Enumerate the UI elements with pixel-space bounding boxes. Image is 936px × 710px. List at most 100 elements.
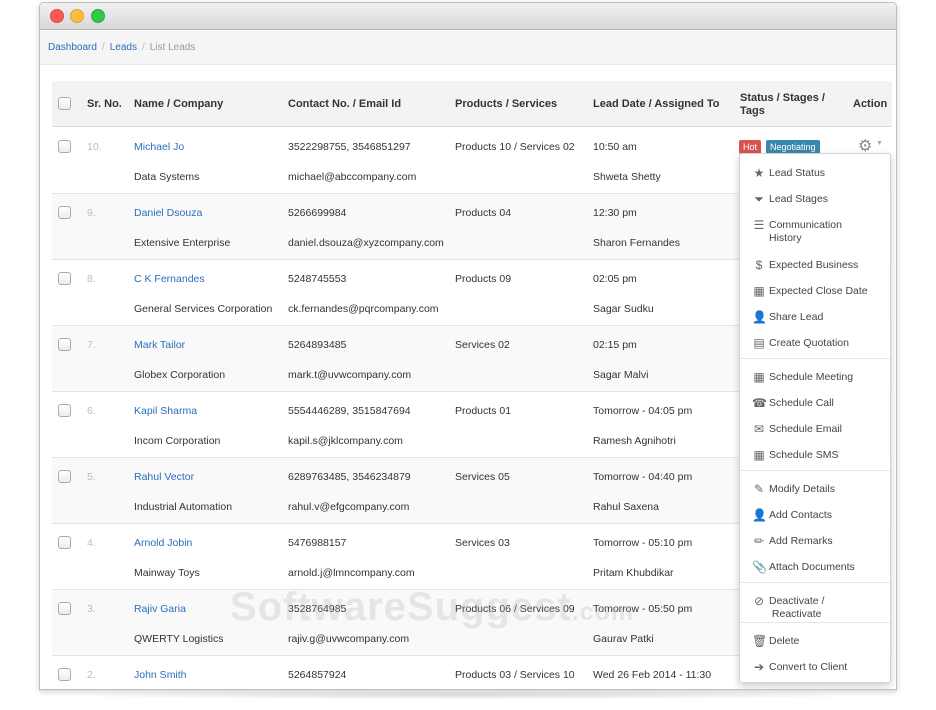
row-checkbox[interactable] (58, 272, 71, 285)
calendar-icon: ▦ (753, 370, 765, 384)
lead-products: Services 03 (455, 537, 510, 549)
lead-phone: 5248745553 (288, 273, 347, 285)
lead-email: ck.fernandes@pqrcompany.com (288, 303, 439, 315)
menu-item-label: Delete (769, 635, 800, 647)
user-icon: 👤 (752, 310, 767, 324)
menu-item-add-contacts[interactable]: 👤 Add Contacts (740, 508, 890, 530)
funnel-icon: ⏷ (754, 192, 764, 206)
menu-item-lead-stages[interactable]: ⏷ Lead Stages (740, 192, 890, 214)
lead-assigned-to: Sagar Sudku (593, 303, 654, 315)
lead-date: 10:50 am (593, 141, 637, 153)
menu-item-schedule-email[interactable]: ✉ Schedule Email (740, 422, 890, 444)
row-sr-no: 4. (87, 537, 96, 549)
row-sr-no: 9. (87, 207, 96, 219)
menu-item-convert-to-client[interactable]: ➔ Convert to Client (740, 660, 890, 682)
user-icon: 👤 (752, 508, 767, 522)
lead-email: mark.t@uvwcompany.com (288, 369, 412, 381)
calendar-icon: ▦ (753, 284, 765, 298)
menu-item-expected-close-date[interactable]: ▦ Expected Close Date (740, 284, 890, 306)
lead-name-link[interactable]: John Smith (134, 669, 187, 681)
lead-phone: 3522298755, 3546851297 (288, 141, 411, 153)
lead-products: Products 04 (455, 207, 512, 219)
menu-item-communication-history[interactable]: ☰ Communication History (740, 218, 890, 244)
chevron-down-icon[interactable]: ▼ (876, 140, 883, 147)
menu-item-attach-documents[interactable]: 📎 Attach Documents (740, 560, 890, 582)
table-header: Sr. No. Name / Company Contact No. / Ema… (52, 81, 892, 127)
breadcrumb-leads[interactable]: Leads (110, 42, 137, 53)
lead-phone: 5554446289, 3515847694 (288, 405, 411, 417)
row-checkbox[interactable] (58, 404, 71, 417)
lead-name-link[interactable]: C K Fernandes (134, 273, 205, 285)
minimize-window-button[interactable] (70, 9, 84, 23)
header-status: Status / Stages / Tags (740, 92, 825, 117)
menu-item-delete[interactable]: 🗑 Delete (740, 634, 890, 656)
header-name-company[interactable]: Name / Company (134, 98, 223, 110)
select-all-checkbox[interactable] (58, 97, 71, 110)
lead-products: Services 05 (455, 471, 510, 483)
row-checkbox[interactable] (58, 140, 71, 153)
breadcrumb-current: List Leads (149, 42, 196, 53)
menu-item-modify-details[interactable]: ✎ Modify Details (740, 482, 890, 504)
lead-company: General Services Corporation (134, 303, 273, 315)
lead-name-link[interactable]: Daniel Dsouza (134, 207, 202, 219)
header-action: Action (853, 98, 888, 110)
row-checkbox[interactable] (58, 338, 71, 351)
lead-name-link[interactable]: Rahul Vector (134, 471, 194, 483)
row-checkbox[interactable] (58, 668, 71, 681)
lead-date: 12:30 pm (593, 207, 637, 219)
menu-item-create-quotation[interactable]: ▤ Create Quotation (740, 336, 890, 358)
menu-item-label: Schedule Email (769, 423, 842, 435)
menu-item-label: Lead Status (769, 167, 826, 179)
row-sr-no: 2. (87, 669, 96, 681)
header-lead-date[interactable]: Lead Date / Assigned To (593, 98, 720, 110)
lead-assigned-to: Shweta Shetty (593, 171, 661, 183)
window-titlebar (40, 3, 896, 30)
lead-assigned-to: Ramesh Agnihotri (593, 435, 676, 447)
lead-name-link[interactable]: Kapil Sharma (134, 405, 197, 417)
lead-company: Industrial Automation (134, 501, 233, 513)
lead-date: 02:05 pm (593, 273, 637, 285)
lead-email: rajiv.g@uvwcompany.com (288, 633, 410, 645)
trash-icon: 🗑 (752, 634, 768, 648)
menu-item-share-lead[interactable]: 👤 Share Lead (740, 310, 890, 332)
row-checkbox[interactable] (58, 470, 71, 483)
menu-item-lead-status[interactable]: ★ Lead Status (740, 166, 890, 188)
menu-item-label: Expected Close Date (769, 285, 868, 297)
pencil-icon: ✏ (753, 534, 765, 548)
menu-item-schedule-sms[interactable]: ▦ Schedule SMS (740, 448, 890, 470)
lead-name-link[interactable]: Rajiv Garia (134, 603, 186, 615)
sms-icon: ▦ (753, 448, 765, 462)
menu-item-label: Create Quotation (769, 337, 849, 349)
breadcrumb-dashboard[interactable]: Dashboard (48, 42, 97, 53)
lead-assigned-to: Sagar Malvi (593, 369, 649, 381)
menu-item-schedule-meeting[interactable]: ▦ Schedule Meeting (740, 370, 890, 392)
browser-window: Dashboard / Leads / List Leads Sr. No. Name … (39, 2, 897, 690)
menu-item-deactivate-reactivate[interactable]: ⊘ Deactivate / Reactivate (740, 594, 890, 620)
lead-name-link[interactable]: Mark Tailor (134, 339, 185, 351)
menu-item-schedule-call[interactable]: ☎ Schedule Call (740, 396, 890, 418)
lead-phone: 5264893485 (288, 339, 347, 351)
lead-name-link[interactable]: Michael Jo (134, 141, 184, 153)
menu-item-add-remarks[interactable]: ✏ Add Remarks (740, 534, 890, 556)
lead-email: michael@abccompany.com (288, 171, 417, 183)
arrow-right-icon: ➔ (753, 660, 765, 674)
row-checkbox[interactable] (58, 206, 71, 219)
lead-email: rahul.v@efgcompany.com (288, 501, 410, 513)
row-sr-no: 6. (87, 405, 96, 417)
header-sr-no[interactable]: Sr. No. (87, 98, 122, 110)
row-checkbox[interactable] (58, 536, 71, 549)
lead-assigned-to: Gaurav Patki (593, 633, 654, 645)
header-contact-email[interactable]: Contact No. / Email Id (288, 98, 401, 110)
header-products-services[interactable]: Products / Services (455, 98, 557, 110)
lead-date: 02:15 pm (593, 339, 637, 351)
history-icon: ☰ (753, 218, 765, 232)
row-checkbox[interactable] (58, 602, 71, 615)
menu-item-expected-business[interactable]: $ Expected Business (740, 258, 890, 280)
menu-item-label: Lead Stages (769, 193, 828, 205)
maximize-window-button[interactable] (91, 9, 105, 23)
menu-item-label: Communication History (769, 219, 842, 244)
window-shadow (60, 690, 876, 700)
close-window-button[interactable] (50, 9, 64, 23)
lead-name-link[interactable]: Arnold Jobin (134, 537, 192, 549)
lead-products: Services 02 (455, 339, 510, 351)
